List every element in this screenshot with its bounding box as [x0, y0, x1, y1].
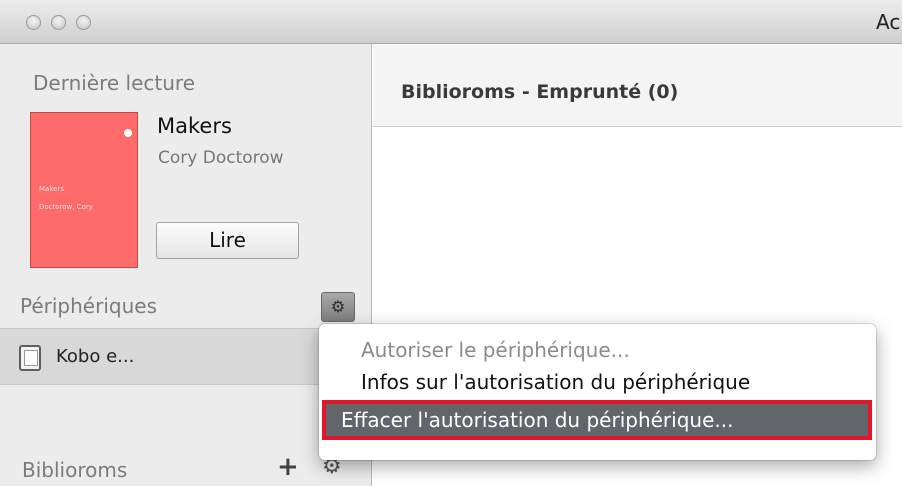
cover-title: Makers [39, 185, 64, 193]
cover-dot [124, 129, 132, 137]
device-name: Kobo e... [56, 346, 135, 367]
ereader-icon [19, 345, 41, 371]
read-button[interactable]: Lire [156, 222, 299, 259]
title-bar: Ac [0, 0, 902, 44]
menu-item-erase-authorization[interactable]: Effacer l'autorisation du périphérique..… [322, 400, 872, 440]
devices-gear-button[interactable]: ⚙ [321, 292, 355, 322]
menu-item-label: Infos sur l'autorisation du périphérique [361, 370, 751, 394]
menu-item-label: Effacer l'autorisation du périphérique..… [341, 408, 734, 432]
menu-item-authorize: Autoriser le périphérique... [319, 332, 876, 368]
menu-item-authorization-info[interactable]: Infos sur l'autorisation du périphérique [319, 364, 876, 400]
minimize-window-button[interactable] [51, 15, 66, 30]
recent-reading-heading: Dernière lecture [33, 71, 196, 95]
close-window-button[interactable] [26, 15, 41, 30]
book-title: Makers [157, 114, 232, 138]
cover-author: Doctorow, Cory [39, 203, 93, 211]
menu-item-label: Autoriser le périphérique... [361, 338, 630, 362]
bibliorooms-heading: Biblioroms [22, 458, 128, 482]
sidebar: Dernière lecture Makers Doctorow, Cory M… [0, 44, 372, 486]
book-cover[interactable]: Makers Doctorow, Cory [30, 112, 138, 268]
devices-section-header: Périphériques ⚙ [0, 280, 371, 334]
gear-icon: ⚙ [330, 297, 346, 316]
add-icon[interactable]: + [277, 452, 299, 482]
book-author: Cory Doctorow [158, 148, 284, 168]
device-context-menu: Autoriser le périphérique... Infos sur l… [319, 324, 876, 460]
main-header: Biblioroms - Emprunté (0) [373, 44, 902, 127]
device-list-item[interactable]: Kobo e... [0, 328, 371, 385]
window-title: Ac [876, 10, 901, 34]
devices-heading: Périphériques [20, 294, 157, 318]
main-title: Biblioroms - Emprunté (0) [401, 81, 679, 103]
zoom-window-button[interactable] [76, 15, 91, 30]
